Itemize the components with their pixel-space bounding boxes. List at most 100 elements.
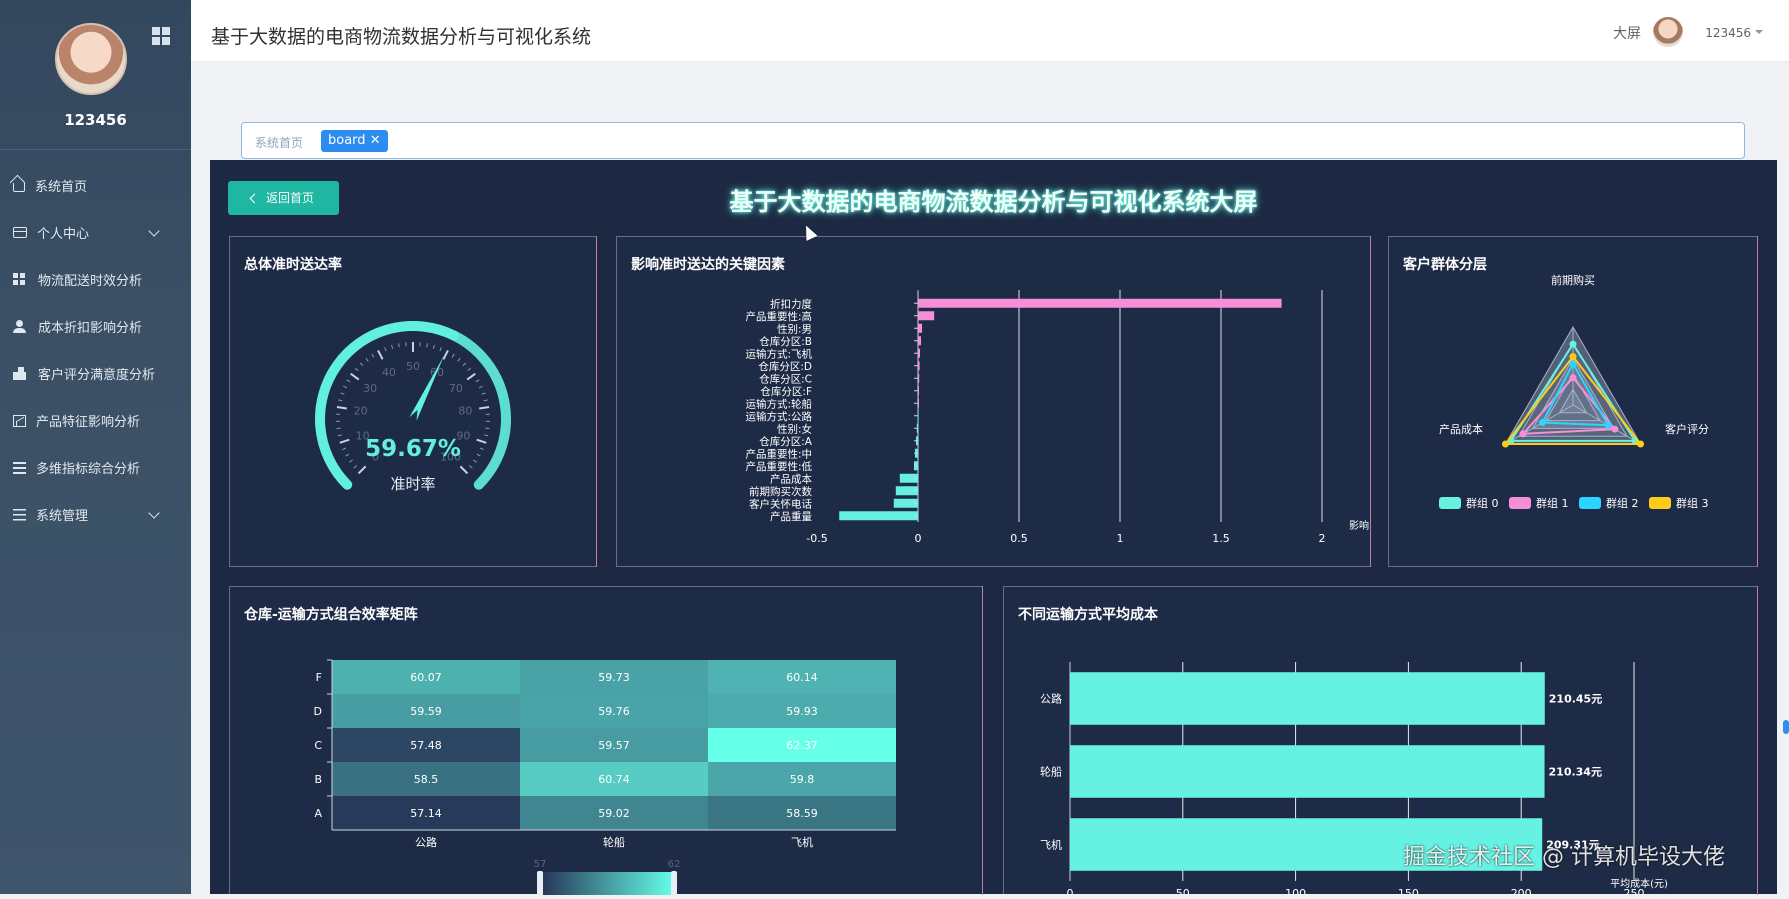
radar-legend-label: 群组 3 xyxy=(1676,496,1709,510)
factors-category-label: 产品重要性:低 xyxy=(745,460,812,473)
heatmap-ylabel: A xyxy=(314,807,322,820)
sidebar-item-product-features[interactable]: 产品特征影响分析 xyxy=(0,397,191,444)
gauge-tick xyxy=(479,386,483,388)
gauge-tick-label: 70 xyxy=(449,382,463,395)
sidebar-item-label: 成本折扣影响分析 xyxy=(38,317,142,336)
gauge-tick xyxy=(355,368,358,371)
gauge-tick-label: 20 xyxy=(354,405,368,418)
gauge-tick xyxy=(341,393,345,394)
sidebar-item-system-admin[interactable]: 系统管理 xyxy=(0,491,191,538)
user-icon xyxy=(13,320,28,334)
sidebar-username: 123456 xyxy=(0,111,191,129)
heatmap-cell-label: 59.59 xyxy=(410,705,442,718)
factors-xtick-label: 2 xyxy=(1319,532,1326,545)
radar-legend-label: 群组 0 xyxy=(1466,496,1499,510)
radar-indicator-label: 前期购买 xyxy=(1551,273,1595,287)
user-avatar[interactable] xyxy=(1653,17,1683,47)
gauge-tick xyxy=(340,440,350,443)
gauge-tick-label: 30 xyxy=(363,382,377,395)
factors-category-label: 客户关怀电话 xyxy=(749,497,812,510)
radar-legend-swatch xyxy=(1439,497,1461,509)
gauge-tick xyxy=(443,350,448,359)
heatmap-xlabel: 公路 xyxy=(415,836,437,849)
dashboard-board: 返回首页 基于大数据的电商物流数据分析与可视化系统大屏 总体准时送达率 0102… xyxy=(210,160,1777,894)
avatar[interactable] xyxy=(55,23,127,95)
gauge-tick xyxy=(477,440,487,443)
tag-board[interactable]: board ✕ xyxy=(321,130,388,152)
radar-point xyxy=(1570,353,1577,360)
heatmap-cell-label: 59.93 xyxy=(786,705,818,718)
sidebar: 123456 系统首页 个人中心 物流配送时效分析 成本折扣影响分析 客户评分满… xyxy=(0,0,191,894)
scroll-handle[interactable] xyxy=(1783,720,1789,734)
factors-bar xyxy=(918,324,922,333)
board-title: 基于大数据的电商物流数据分析与可视化系统大屏 xyxy=(210,182,1777,217)
radar-point xyxy=(1520,430,1527,437)
radar-point xyxy=(1502,441,1509,448)
gauge-tick xyxy=(468,368,471,371)
sidebar-item-label: 物流配送时效分析 xyxy=(38,270,142,289)
tags-bar: 系统首页 board ✕ xyxy=(241,122,1745,159)
factors-category-label: 产品重量 xyxy=(770,510,812,523)
gauge-value: 59.67% xyxy=(365,436,461,462)
big-screen-link[interactable]: 大屏 xyxy=(1613,23,1641,43)
user-menu[interactable]: 123456 xyxy=(1705,26,1751,40)
radar-point xyxy=(1611,426,1618,433)
heatmap-cell-label: 60.14 xyxy=(786,671,818,684)
tag-home[interactable]: 系统首页 xyxy=(255,134,303,151)
factors-category-label: 性别:女 xyxy=(777,422,812,435)
heatmap-cell-label: 59.02 xyxy=(598,807,630,820)
radar-indicator-label: 客户评分 xyxy=(1665,422,1709,436)
gauge-tick xyxy=(480,448,484,450)
list-icon xyxy=(13,462,26,474)
grid-icon xyxy=(13,273,28,287)
sidebar-item-personal-center[interactable]: 个人中心 xyxy=(0,209,191,256)
cost-bar xyxy=(1070,672,1545,725)
radar-point xyxy=(1637,441,1644,448)
heatmap-cell-label: 58.59 xyxy=(786,807,818,820)
gauge-tick xyxy=(378,350,383,359)
sidebar-item-multi-metric[interactable]: 多维指标综合分析 xyxy=(0,444,191,491)
sidebar-item-label: 多维指标综合分析 xyxy=(36,458,140,477)
gauge-tick xyxy=(485,428,489,429)
factors-panel: 影响准时送达的关键因素 -0.500.511.52影响折扣力度产品重要性:高性别… xyxy=(616,236,1371,567)
heatmap-cell-label: 58.5 xyxy=(414,773,439,786)
line-chart-icon xyxy=(13,415,26,427)
caret-down-icon[interactable] xyxy=(1755,30,1763,38)
factors-category-label: 性别:男 xyxy=(777,322,812,335)
factors-category-label: 折扣力度 xyxy=(770,297,812,310)
radar-point xyxy=(1570,341,1577,348)
heatmap-cell-label: 59.8 xyxy=(790,773,815,786)
radar-legend-swatch xyxy=(1509,497,1531,509)
sidebar-item-delivery-analysis[interactable]: 物流配送时效分析 xyxy=(0,256,191,303)
heatmap-visual-map xyxy=(540,872,674,895)
gauge-tick xyxy=(392,345,393,349)
cost-xaxis-label: 平均成本(元) xyxy=(1610,877,1668,890)
gauge-tick xyxy=(342,448,346,450)
sidebar-item-customer-rating[interactable]: 客户评分满意度分析 xyxy=(0,350,191,397)
radar-point xyxy=(1605,422,1612,429)
radar-legend-swatch xyxy=(1649,497,1671,509)
sliders-icon xyxy=(13,509,26,521)
cost-category-label: 公路 xyxy=(1040,693,1062,706)
chevron-down-icon xyxy=(148,225,159,236)
sidebar-item-label: 系统首页 xyxy=(35,176,87,195)
gauge-chart: 010203040506070809010059.67%准时率 xyxy=(230,237,596,566)
radar-panel: 客户群体分层 前期购买客户评分产品成本群组 0群组 1群组 2群组 3 xyxy=(1388,236,1758,567)
factors-bar xyxy=(918,299,1282,308)
gauge-tick xyxy=(479,407,489,409)
heatmap-cell-label: 60.07 xyxy=(410,671,442,684)
factors-bar xyxy=(918,386,919,395)
sidebar-item-label: 产品特征影响分析 xyxy=(36,411,140,430)
factors-xtick-label: 0 xyxy=(915,532,922,545)
radar-chart: 前期购买客户评分产品成本群组 0群组 1群组 2群组 3 xyxy=(1389,237,1757,566)
heatmap-ylabel: B xyxy=(314,773,322,786)
menu-toggle-icon[interactable] xyxy=(152,27,170,45)
factors-bar xyxy=(918,311,934,320)
panel-title: 影响准时送达的关键因素 xyxy=(631,254,785,274)
factors-bar xyxy=(918,336,921,345)
sidebar-item-home[interactable]: 系统首页 xyxy=(0,162,191,209)
sidebar-item-cost-discount[interactable]: 成本折扣影响分析 xyxy=(0,303,191,350)
factors-category-label: 仓库分区:D xyxy=(758,360,812,373)
close-icon[interactable]: ✕ xyxy=(370,133,381,148)
gauge-tick xyxy=(360,363,363,366)
